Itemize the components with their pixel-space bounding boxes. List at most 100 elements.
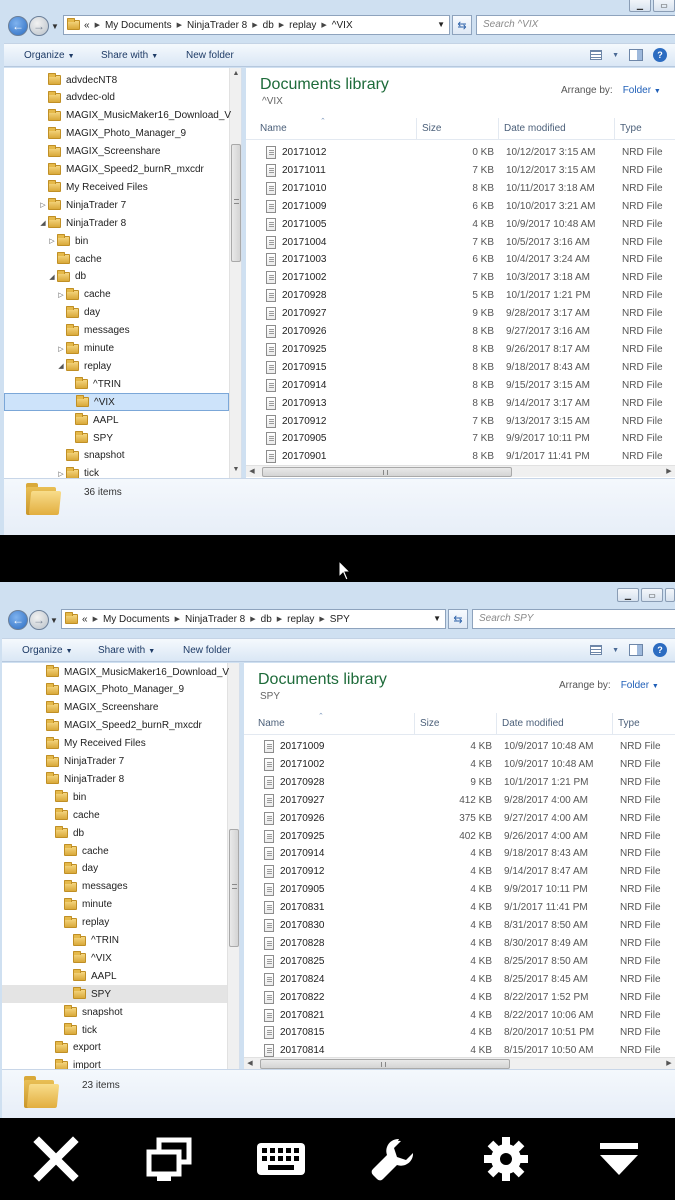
column-header-type[interactable]: Type: [618, 718, 640, 729]
breadcrumb-separator-icon[interactable]: ▶: [277, 615, 282, 623]
tree-item[interactable]: MAGIX_Speed2_burnR_mxcdr: [2, 717, 227, 735]
column-header-name[interactable]: Name: [260, 123, 287, 134]
tree-item[interactable]: tick: [2, 1021, 227, 1039]
tree-item[interactable]: NinjaTrader 7: [2, 753, 227, 771]
tree-item[interactable]: db: [2, 824, 227, 842]
column-divider[interactable]: [612, 713, 613, 735]
close-session-button[interactable]: [31, 1134, 81, 1184]
file-row[interactable]: 20171010 8 KB 10/11/2017 3:18 AM NRD File: [246, 180, 675, 198]
collapsed-arrow-icon[interactable]: ▷: [56, 345, 66, 353]
back-button[interactable]: ←: [8, 16, 28, 36]
breadcrumb-item[interactable]: NinjaTrader 8: [185, 614, 245, 625]
breadcrumb-separator-icon[interactable]: ▶: [93, 615, 98, 623]
hide-toolbar-button[interactable]: [594, 1134, 644, 1184]
breadcrumb-item[interactable]: db: [263, 20, 274, 31]
tree-item[interactable]: MAGIX_MusicMaker16_Download_V: [4, 107, 231, 125]
recent-pages-dropdown[interactable]: ▼: [50, 616, 58, 625]
search-input[interactable]: Search ^VIX: [476, 15, 675, 35]
file-row[interactable]: 20170925 402 KB 9/26/2017 4:00 AM NRD File: [244, 828, 675, 846]
tree-item[interactable]: cache: [2, 842, 227, 860]
new-folder-button[interactable]: New folder: [186, 50, 234, 61]
help-icon[interactable]: ?: [653, 48, 667, 62]
tree-item[interactable]: messages: [2, 878, 227, 896]
tree-item[interactable]: ▷ tick: [4, 465, 229, 478]
refresh-button[interactable]: ⇆: [448, 609, 468, 629]
breadcrumb-separator-icon[interactable]: ▶: [252, 21, 257, 29]
file-row[interactable]: 20170822 4 KB 8/22/2017 1:52 PM NRD File: [244, 989, 675, 1007]
tree-item[interactable]: AAPL: [2, 967, 227, 985]
file-row[interactable]: 20171002 4 KB 10/9/2017 10:48 AM NRD File: [244, 756, 675, 774]
preview-pane-icon[interactable]: [629, 49, 643, 61]
maximize-button[interactable]: ▭: [641, 588, 663, 602]
column-divider[interactable]: [496, 713, 497, 735]
breadcrumb-item[interactable]: db: [261, 614, 272, 625]
navigation-pane-scrollbar[interactable]: [227, 663, 239, 1069]
file-row[interactable]: 20171009 4 KB 10/9/2017 10:48 AM NRD File: [244, 738, 675, 756]
tree-item[interactable]: ▷ NinjaTrader 7: [4, 196, 229, 214]
tree-item[interactable]: ^VIX: [4, 393, 229, 412]
view-dropdown-icon[interactable]: ▼: [612, 52, 619, 59]
file-list-horizontal-scrollbar[interactable]: ◀ ▶: [246, 465, 675, 477]
tree-item[interactable]: ^TRIN: [4, 375, 229, 393]
tree-item[interactable]: bin: [2, 788, 227, 806]
file-row[interactable]: 20171009 6 KB 10/10/2017 3:21 AM NRD File: [246, 198, 675, 216]
file-list-horizontal-scrollbar[interactable]: ◀ ▶: [244, 1057, 675, 1069]
organize-button[interactable]: Organize ▼: [24, 50, 75, 61]
back-button[interactable]: ←: [8, 610, 28, 630]
tree-item[interactable]: export: [2, 1039, 227, 1057]
scroll-down-icon[interactable]: ▼: [230, 464, 241, 476]
share-with-button[interactable]: Share with ▼: [98, 645, 155, 656]
breadcrumb-item[interactable]: replay: [287, 614, 314, 625]
scrollbar-thumb[interactable]: [229, 829, 239, 947]
tree-item[interactable]: MAGIX_Screenshare: [4, 143, 229, 161]
search-input[interactable]: Search SPY: [472, 609, 675, 629]
tree-item[interactable]: My Received Files: [2, 735, 227, 753]
address-dropdown-icon[interactable]: ▼: [437, 20, 445, 29]
breadcrumb-separator-icon[interactable]: ▶: [95, 21, 100, 29]
view-dropdown-icon[interactable]: ▼: [612, 647, 619, 654]
organize-button[interactable]: Organize ▼: [22, 645, 73, 656]
keyboard-button[interactable]: [256, 1134, 306, 1184]
tree-item[interactable]: minute: [2, 896, 227, 914]
breadcrumb-separator-icon[interactable]: ▶: [321, 21, 326, 29]
tree-item[interactable]: ^TRIN: [2, 932, 227, 950]
close-button[interactable]: [665, 588, 675, 602]
file-row[interactable]: 20170831 4 KB 9/1/2017 11:41 PM NRD File: [244, 899, 675, 917]
breadcrumb-separator-icon[interactable]: ▶: [250, 615, 255, 623]
tree-item[interactable]: ▷ minute: [4, 340, 229, 358]
breadcrumb-item-current[interactable]: ^VIX: [332, 20, 353, 31]
file-row[interactable]: 20170824 4 KB 8/25/2017 8:45 AM NRD File: [244, 971, 675, 989]
tree-item[interactable]: MAGIX_Screenshare: [2, 699, 227, 717]
minimize-button[interactable]: ▁: [617, 588, 639, 602]
tree-item[interactable]: ^VIX: [2, 949, 227, 967]
collapsed-arrow-icon[interactable]: ▷: [38, 201, 48, 209]
file-row[interactable]: 20170830 4 KB 8/31/2017 8:50 AM NRD File: [244, 917, 675, 935]
tree-item[interactable]: import: [2, 1057, 227, 1069]
file-row[interactable]: 20170912 7 KB 9/13/2017 3:15 AM NRD File: [246, 413, 675, 431]
tree-item[interactable]: cache: [4, 250, 229, 268]
address-bar[interactable]: « ▶ My Documents ▶ NinjaTrader 8 ▶ db ▶ …: [63, 15, 450, 35]
file-row[interactable]: 20170914 4 KB 9/18/2017 8:43 AM NRD File: [244, 845, 675, 863]
tree-item[interactable]: MAGIX_Photo_Manager_9: [4, 125, 229, 143]
column-divider[interactable]: [416, 118, 417, 140]
breadcrumb-item[interactable]: replay: [289, 20, 316, 31]
forward-button[interactable]: →: [29, 610, 49, 630]
tree-item[interactable]: day: [2, 860, 227, 878]
file-row[interactable]: 20171004 7 KB 10/5/2017 3:16 AM NRD File: [246, 234, 675, 252]
tree-item[interactable]: ▷ bin: [4, 232, 229, 250]
file-row[interactable]: 20170926 8 KB 9/27/2017 3:16 AM NRD File: [246, 323, 675, 341]
scrollbar-thumb[interactable]: [260, 1059, 510, 1069]
help-icon[interactable]: ?: [653, 643, 667, 657]
collapsed-arrow-icon[interactable]: ▷: [47, 237, 57, 245]
column-header-size[interactable]: Size: [420, 718, 439, 729]
column-divider[interactable]: [614, 118, 615, 140]
tree-item[interactable]: day: [4, 304, 229, 322]
scroll-right-icon[interactable]: ▶: [663, 1058, 675, 1069]
file-row[interactable]: 20170905 7 KB 9/9/2017 10:11 PM NRD File: [246, 430, 675, 448]
tree-item[interactable]: ◢ NinjaTrader 8: [4, 214, 229, 232]
file-row[interactable]: 20171012 0 KB 10/12/2017 3:15 AM NRD File: [246, 144, 675, 162]
breadcrumb-separator-icon[interactable]: ▶: [319, 615, 324, 623]
scroll-right-icon[interactable]: ▶: [663, 466, 675, 478]
scroll-left-icon[interactable]: ◀: [246, 466, 258, 478]
recent-pages-dropdown[interactable]: ▼: [51, 22, 59, 31]
